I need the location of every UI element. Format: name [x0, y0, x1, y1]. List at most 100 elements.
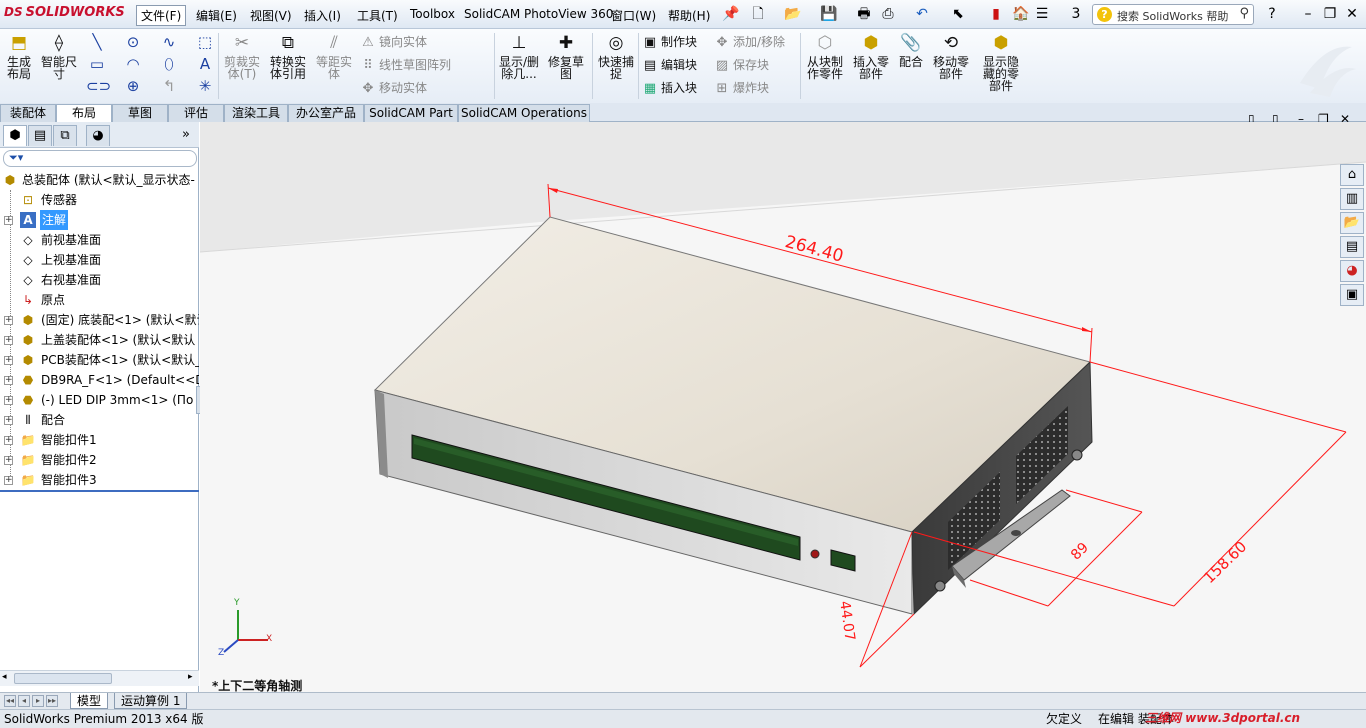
tree-item-sensors[interactable]: ⊡ 传感器	[0, 190, 199, 210]
text-a-icon[interactable]: A	[194, 55, 216, 73]
scroll-left-icon[interactable]: ◂	[2, 672, 7, 682]
show-hidden-components-button[interactable]: ⬢ 显示隐藏的零部件	[978, 33, 1024, 92]
last-tab-icon[interactable]: ▸▸	[46, 695, 58, 707]
undo-icon[interactable]: ↶	[914, 6, 930, 22]
menu-tools[interactable]: 工具(T)	[357, 7, 398, 24]
tab-layout[interactable]: 布局	[56, 104, 112, 123]
expand-toggle[interactable]: +	[4, 436, 13, 445]
menu-edit[interactable]: 编辑(E)	[196, 7, 237, 24]
point-star-icon[interactable]: ✳	[194, 77, 216, 95]
insert-component-button[interactable]: ⬢ 插入零部件	[850, 33, 892, 80]
tree-item-smart-fastener[interactable]: + 📁 智能扣件3	[0, 470, 199, 490]
pin-icon[interactable]: 📌	[722, 6, 739, 22]
help-icon[interactable]: ?	[1264, 6, 1280, 22]
sketch-fillet-icon[interactable]: ↰	[158, 77, 180, 95]
scroll-right-icon[interactable]: ▸	[188, 672, 193, 682]
convert-entities-button[interactable]: ⧉ 转换实体引用	[268, 33, 308, 80]
tree-root-assembly[interactable]: ⬢ 总装配体 (默认<默认_显示状态-	[0, 170, 199, 190]
restore-icon[interactable]: ❐	[1322, 6, 1338, 22]
spline-icon[interactable]: ∿	[158, 33, 180, 51]
tab-sketch[interactable]: 草图	[112, 104, 168, 122]
select-cursor-icon[interactable]: ⬉	[950, 6, 966, 22]
display-manager-tab-icon[interactable]: ◕	[86, 125, 110, 146]
new-document-icon[interactable]: 🗋	[750, 6, 766, 22]
expand-toggle[interactable]: +	[4, 416, 13, 425]
tab-office-products[interactable]: 办公室产品	[288, 104, 364, 122]
configuration-manager-tab-icon[interactable]: ⧉	[53, 125, 77, 146]
tree-item-component[interactable]: + ⬣ DB9RA_F<1> (Default<<De	[0, 370, 199, 390]
expand-panel-icon[interactable]: »	[182, 127, 190, 142]
edit-block-button[interactable]: ▤ 编辑块	[642, 56, 697, 74]
search-icon[interactable]: ⚲	[1239, 6, 1249, 21]
mate-button[interactable]: 📎 配合	[896, 33, 926, 68]
tree-item-component[interactable]: + ⬢ 上盖装配体<1> (默认<默认	[0, 330, 199, 350]
mirror-entities-button[interactable]: ⚠ 镜向实体	[360, 33, 427, 51]
more-toolbar-icon[interactable]: 3	[1068, 6, 1084, 22]
menu-insert[interactable]: 插入(I)	[304, 7, 341, 24]
menu-file[interactable]: 文件(F)	[136, 5, 187, 26]
feature-tree-tab-icon[interactable]: ⬢	[3, 125, 27, 146]
expand-toggle[interactable]: +	[4, 456, 13, 465]
tree-item-annotations[interactable]: + A 注解	[0, 210, 199, 230]
move-component-button[interactable]: ⟲ 移动零部件	[930, 33, 972, 80]
dotted-rectangle-icon[interactable]: ⬚	[194, 33, 216, 51]
horizontal-scrollbar[interactable]: ◂ ▸	[0, 670, 199, 686]
menu-window[interactable]: 窗口(W)	[611, 7, 656, 24]
tree-item-front-plane[interactable]: ◇ 前视基准面	[0, 230, 199, 250]
scroll-thumb[interactable]	[14, 673, 112, 684]
display-delete-relations-button[interactable]: ⊥ 显示/删除几...	[498, 33, 540, 80]
tab-assembly[interactable]: 装配体	[0, 104, 56, 122]
tab-model[interactable]: 模型	[70, 693, 109, 709]
expand-toggle[interactable]: +	[4, 216, 13, 225]
tree-item-smart-fastener[interactable]: + 📁 智能扣件1	[0, 430, 199, 450]
make-part-from-block-button[interactable]: ⬡ 从块制作零件	[804, 33, 846, 80]
menu-solidcam[interactable]: SolidCAM	[464, 7, 520, 21]
file-explorer-icon[interactable]: 📂	[1340, 212, 1364, 234]
quick-snaps-button[interactable]: ◎ 快速捕捉	[596, 33, 636, 80]
offset-entities-button[interactable]: ⫽ 等距实体	[314, 33, 354, 80]
options-icon[interactable]: ☰	[1034, 6, 1050, 22]
prev-tab-icon[interactable]: ◂	[18, 695, 30, 707]
appearances-icon[interactable]: ◕	[1340, 260, 1364, 282]
file-properties-icon[interactable]: 🏠	[1012, 6, 1029, 22]
design-library-icon[interactable]: ▥	[1340, 188, 1364, 210]
tree-item-component[interactable]: + ⬢ (固定) 底装配<1> (默认<默认	[0, 310, 199, 330]
linear-pattern-button[interactable]: ⠿ 线性草图阵列	[360, 56, 451, 74]
move-entities-button[interactable]: ✥ 移动实体	[360, 79, 427, 97]
open-folder-icon[interactable]: 📂	[784, 6, 801, 22]
slot-icon[interactable]: ⊂⊃	[86, 77, 111, 95]
solidworks-logo[interactable]: DS SOLIDWORKS	[4, 5, 125, 25]
repair-sketch-button[interactable]: ✚ 修复草图	[546, 33, 586, 80]
tree-item-component[interactable]: + ⬣ (-) LED DIP 3mm<1> (По у	[0, 390, 199, 410]
tree-item-mates[interactable]: + ⫴ 配合	[0, 410, 199, 430]
arc-icon[interactable]: ◠	[122, 55, 144, 73]
menu-help[interactable]: 帮助(H)	[668, 7, 710, 24]
layout-button[interactable]: ⬒ 生成布局	[4, 33, 34, 80]
close-icon[interactable]: ✕	[1344, 6, 1360, 22]
tab-solidcam-part[interactable]: SolidCAM Part	[364, 104, 458, 122]
menu-photoview[interactable]: PhotoView 360	[524, 7, 613, 21]
ellipse-icon[interactable]: ⬯	[158, 55, 180, 73]
rebuild-traffic-light-icon[interactable]: ▮	[988, 6, 1004, 22]
expand-toggle[interactable]: +	[4, 476, 13, 485]
property-manager-tab-icon[interactable]: ▤	[28, 125, 52, 146]
save-icon[interactable]: 💾	[820, 6, 837, 22]
tree-item-top-plane[interactable]: ◇ 上视基准面	[0, 250, 199, 270]
rectangle-icon[interactable]: ▭	[86, 55, 108, 73]
expand-toggle[interactable]: +	[4, 396, 13, 405]
expand-toggle[interactable]: +	[4, 336, 13, 345]
view-palette-icon[interactable]: ▤	[1340, 236, 1364, 258]
print-icon[interactable]: 🖶	[856, 6, 872, 22]
expand-toggle[interactable]: +	[4, 376, 13, 385]
tree-item-right-plane[interactable]: ◇ 右视基准面	[0, 270, 199, 290]
solidworks-resources-home-icon[interactable]: ⌂	[1340, 164, 1364, 186]
trim-entities-button[interactable]: ✂ 剪裁实体(T)	[222, 33, 262, 80]
line-icon[interactable]: ╲	[86, 33, 108, 51]
expand-toggle[interactable]: +	[4, 356, 13, 365]
tab-evaluate[interactable]: 评估	[168, 104, 224, 122]
tab-solidcam-operations[interactable]: SolidCAM Operations	[458, 104, 590, 122]
point-icon[interactable]: ⊕	[122, 77, 144, 95]
make-block-button[interactable]: ▣ 制作块	[642, 33, 697, 51]
save-block-button[interactable]: ▨ 保存块	[714, 56, 769, 74]
tree-item-smart-fastener[interactable]: + 📁 智能扣件2	[0, 450, 199, 470]
